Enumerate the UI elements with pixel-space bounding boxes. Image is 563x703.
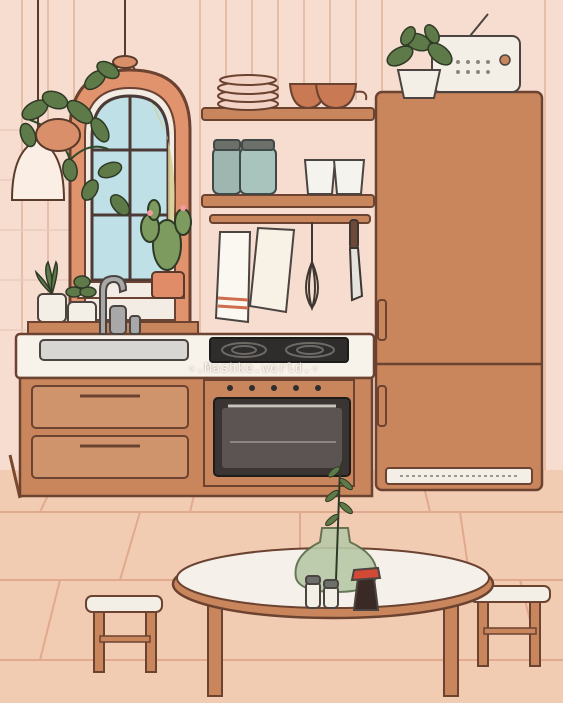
refrigerator[interactable] <box>374 90 544 492</box>
glass-jars[interactable] <box>212 139 277 195</box>
sink[interactable] <box>39 339 189 361</box>
kitchen-scene: ✧.Mashke.world.✧ <box>0 0 563 703</box>
stovetop[interactable] <box>209 337 349 363</box>
stacked-plates[interactable] <box>217 74 279 111</box>
soy-sauce-bottle[interactable] <box>350 566 382 611</box>
watermark-text: ✧.Mashke.world.✧ <box>188 361 320 375</box>
kitchen-illustration <box>0 0 563 703</box>
